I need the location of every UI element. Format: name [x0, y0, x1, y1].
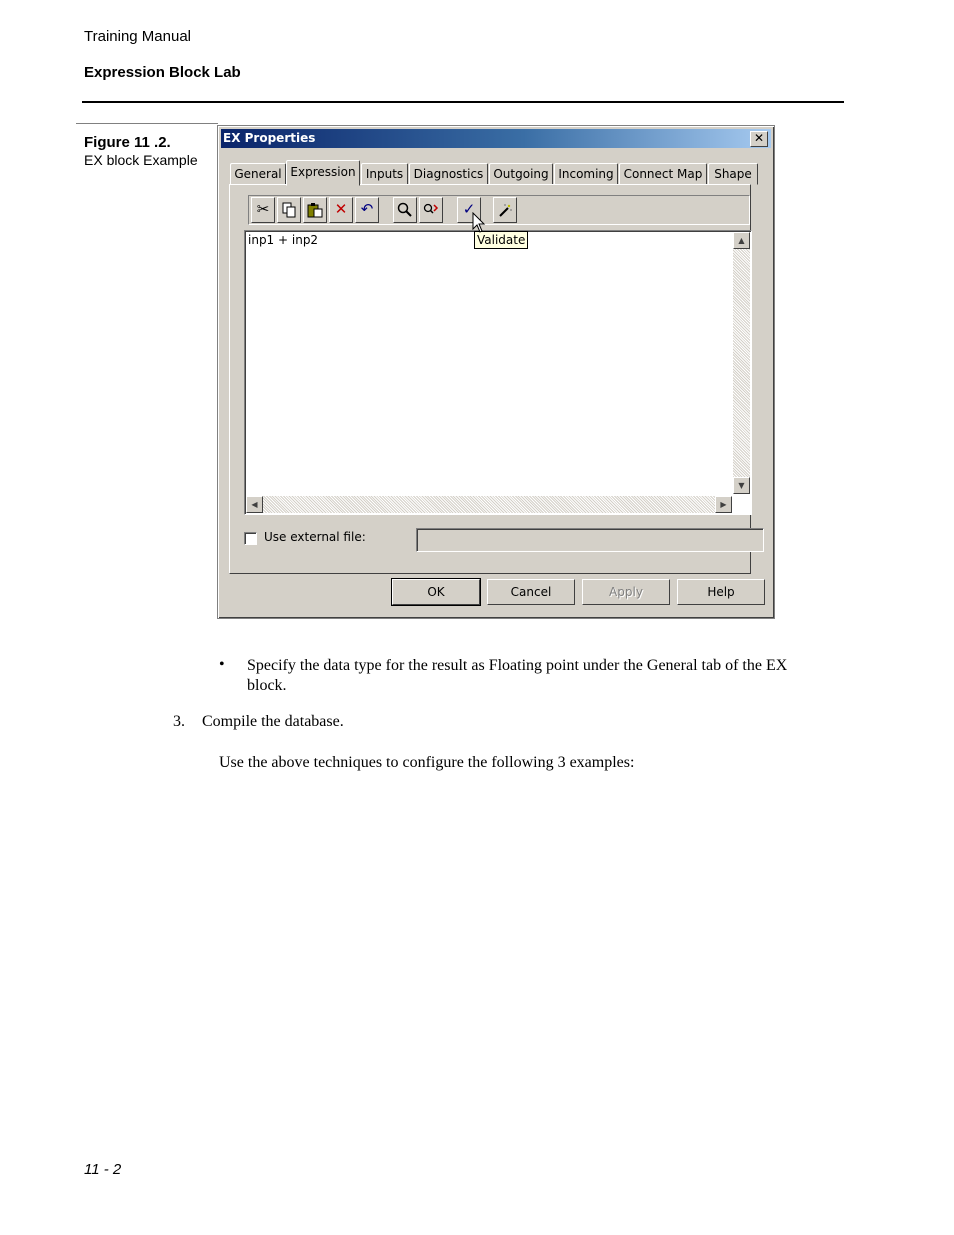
wizard-button[interactable] [493, 197, 517, 223]
expression-editor[interactable]: inp1 + inp2 ▲ ▼ ◀ ▶ [244, 230, 752, 515]
bullet-marker: • [219, 656, 225, 673]
close-icon: ✕ [753, 131, 765, 145]
scroll-left-button[interactable]: ◀ [246, 496, 263, 513]
tab-outgoing[interactable]: Outgoing [489, 163, 553, 185]
scroll-right-button[interactable]: ▶ [715, 496, 732, 513]
help-button[interactable]: Help [677, 579, 765, 605]
tab-shape[interactable]: Shape [708, 163, 758, 185]
tab-inputs[interactable]: Inputs [361, 163, 408, 185]
cancel-button[interactable]: Cancel [487, 579, 575, 605]
step-text: Compile the database. [202, 713, 344, 730]
wizard-icon [499, 204, 512, 217]
tab-connect-map[interactable]: Connect Map [619, 163, 707, 185]
horizontal-scrollbar[interactable]: ◀ ▶ [246, 496, 732, 513]
cut-button[interactable]: ✂ [251, 197, 275, 223]
figure-caption: EX block Example [84, 152, 198, 168]
copy-button[interactable] [277, 197, 301, 223]
delete-icon: ✕ [334, 200, 348, 218]
cut-icon: ✂ [256, 200, 270, 218]
external-file-field[interactable] [416, 528, 764, 552]
arrow-down-icon: ▼ [738, 481, 745, 490]
tab-expression[interactable]: Expression [286, 160, 360, 186]
manual-title: Training Manual [84, 28, 191, 45]
tab-general[interactable]: General [230, 163, 286, 185]
dialog-title: EX Properties [223, 131, 316, 145]
mouse-cursor-icon [472, 212, 486, 233]
tab-diagnostics[interactable]: Diagnostics [409, 163, 488, 185]
find-icon [397, 202, 412, 217]
dialog-titlebar[interactable]: EX Properties ✕ [221, 129, 771, 148]
section-title: Expression Block Lab [84, 64, 241, 81]
arrow-up-icon: ▲ [738, 236, 745, 245]
ex-properties-dialog: EX Properties ✕ General Expression Input… [217, 125, 775, 619]
expression-text: inp1 + inp2 [248, 233, 319, 247]
replace-icon [423, 203, 439, 214]
tab-incoming[interactable]: Incoming [554, 163, 618, 185]
copy-icon [282, 202, 296, 218]
paste-button[interactable] [303, 197, 327, 223]
apply-button[interactable]: Apply [582, 579, 670, 605]
delete-button[interactable]: ✕ [329, 197, 353, 223]
undo-button[interactable]: ↶ [355, 197, 379, 223]
scroll-down-button[interactable]: ▼ [733, 477, 750, 494]
use-external-file-label: Use external file: [264, 530, 366, 544]
paste-icon [307, 203, 323, 218]
undo-icon: ↶ [360, 200, 374, 218]
ok-button[interactable]: OK [391, 578, 481, 606]
arrow-right-icon: ▶ [720, 500, 727, 509]
find-button[interactable] [393, 197, 417, 223]
figure-label: Figure 11 .2. [84, 134, 171, 151]
bullet-text: Specify the data type for the result as … [247, 657, 788, 694]
arrow-left-icon: ◀ [251, 500, 258, 509]
editor-toolbar: ✂ ✕ ↶ ✓ [248, 195, 750, 225]
use-external-file-checkbox[interactable] [244, 532, 257, 545]
instruction-paragraph: Use the above techniques to configure th… [219, 754, 635, 771]
figure-divider [76, 123, 218, 124]
replace-button[interactable] [419, 197, 443, 223]
header-rule [82, 101, 844, 103]
step-number: 3. [173, 713, 185, 730]
scroll-up-button[interactable]: ▲ [733, 232, 750, 249]
close-button[interactable]: ✕ [750, 131, 768, 147]
vertical-scrollbar[interactable]: ▲ ▼ [733, 232, 750, 494]
page-number: 11 - 2 [84, 1161, 122, 1178]
